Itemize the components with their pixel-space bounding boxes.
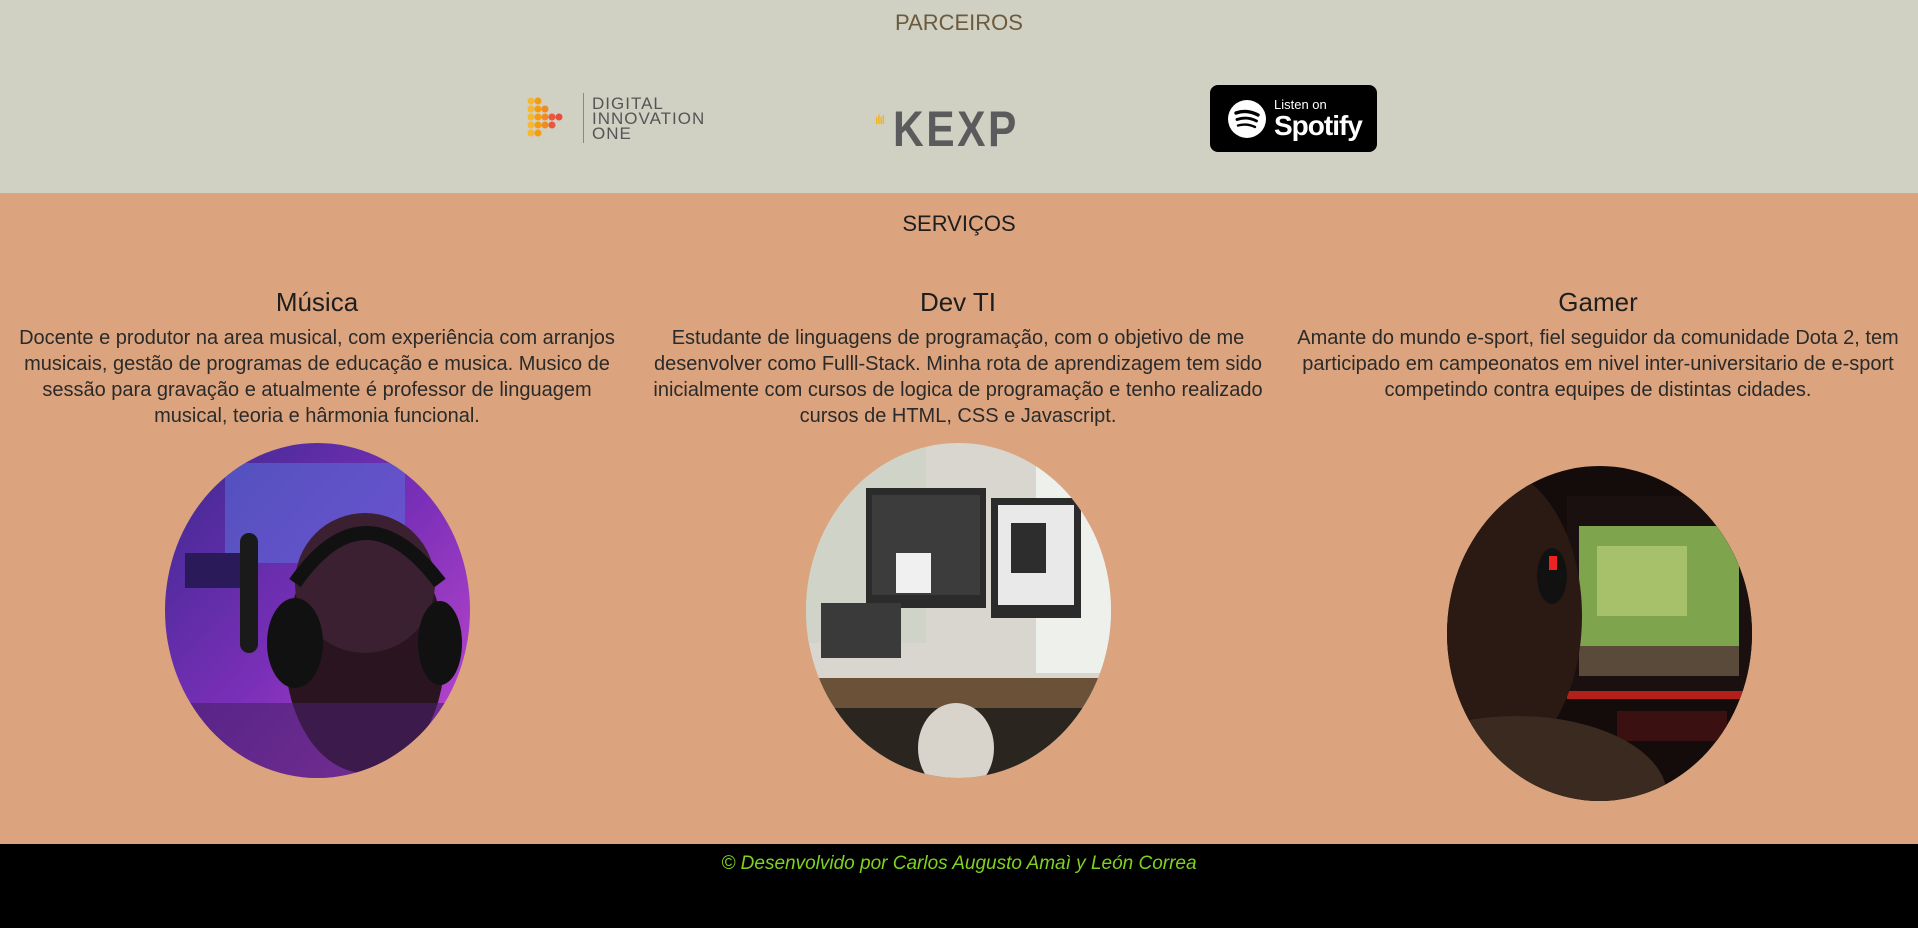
kexp-logo[interactable]: KEXP [876,84,1041,154]
footer-credit: © Desenvolvido por Carlos Augusto Amaì y… [721,853,1197,874]
service-music: Música Docente e produtor na area musica… [4,287,630,429]
service-description: Estudante de linguagens de programação, … [653,327,1263,427]
partners-section: PARCEIROS DIGITAL INNOVATION ONE KEXP Li… [0,0,1918,193]
music-photo [165,443,470,778]
spotify-text: Listen on Spotify [1274,97,1363,141]
services-title: SERVIÇOS [902,211,1016,236]
kexp-bars-icon [876,114,885,125]
dio-hex-icon [527,97,563,137]
dio-logo[interactable]: DIGITAL INNOVATION ONE [525,90,720,146]
spotify-icon [1228,99,1266,138]
partners-title: PARCEIROS [895,10,1023,35]
service-description: Docente e produtor na area musical, com … [19,327,615,427]
service-title: Gamer [1558,287,1638,317]
service-description: Amante do mundo e-sport, fiel seguidor d… [1297,327,1899,401]
service-title: Música [275,287,359,317]
service-title: Dev TI [919,287,997,317]
footer: © Desenvolvido por Carlos Augusto Amaì y… [0,844,1918,928]
gamer-photo [1447,466,1752,801]
spotify-badge[interactable]: Listen on Spotify [1210,85,1377,152]
dio-divider [583,93,584,143]
kexp-wordmark: KEXP [892,101,1019,157]
service-gamer: Gamer Amante do mundo e-sport, fiel segu… [1285,287,1911,403]
services-section: SERVIÇOS Música Docente e produtor na ar… [0,193,1918,844]
dio-line-3: ONE [592,123,632,143]
dio-wordmark: DIGITAL INNOVATION ONE [592,95,705,143]
service-dev: Dev TI Estudante de linguagens de progra… [645,287,1271,429]
spotify-wordmark: Spotify [1274,109,1363,141]
dev-photo [806,443,1111,778]
